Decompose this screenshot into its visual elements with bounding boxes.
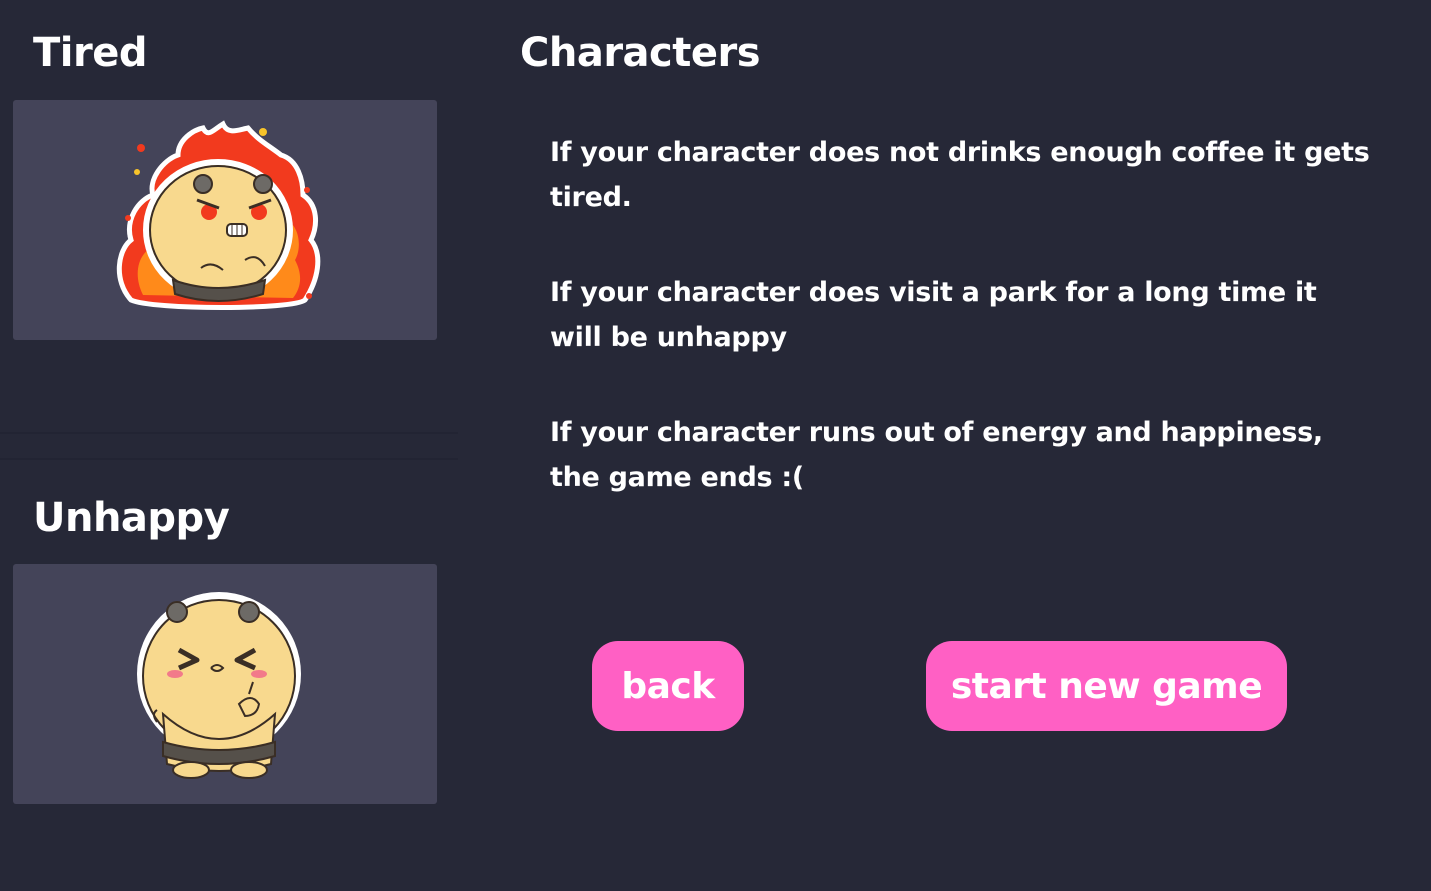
tired-character-icon — [116, 120, 321, 310]
tired-character-image — [13, 100, 437, 340]
rule-game-over: If your character runs out of energy and… — [550, 417, 1323, 493]
moods-panel: Tired Unhappy — [0, 0, 458, 891]
game-screen: Tired Unhappy Characters If your charact… — [0, 0, 1431, 891]
mood-title-unhappy: Unhappy — [33, 495, 230, 541]
mood-card-unhappy: Unhappy — [0, 458, 458, 891]
unhappy-character-image — [13, 564, 437, 804]
back-button[interactable]: back — [592, 641, 744, 731]
rule-park: If your character does visit a park for … — [550, 277, 1317, 353]
start-new-game-button[interactable]: start new game — [926, 641, 1287, 731]
characters-panel: Characters If your character does not dr… — [480, 0, 1431, 891]
mood-card-tired: Tired — [0, 0, 458, 434]
mood-title-tired: Tired — [33, 30, 147, 76]
characters-title: Characters — [520, 30, 761, 76]
unhappy-character-icon — [137, 592, 301, 779]
rule-coffee: If your character does not drinks enough… — [550, 137, 1370, 213]
